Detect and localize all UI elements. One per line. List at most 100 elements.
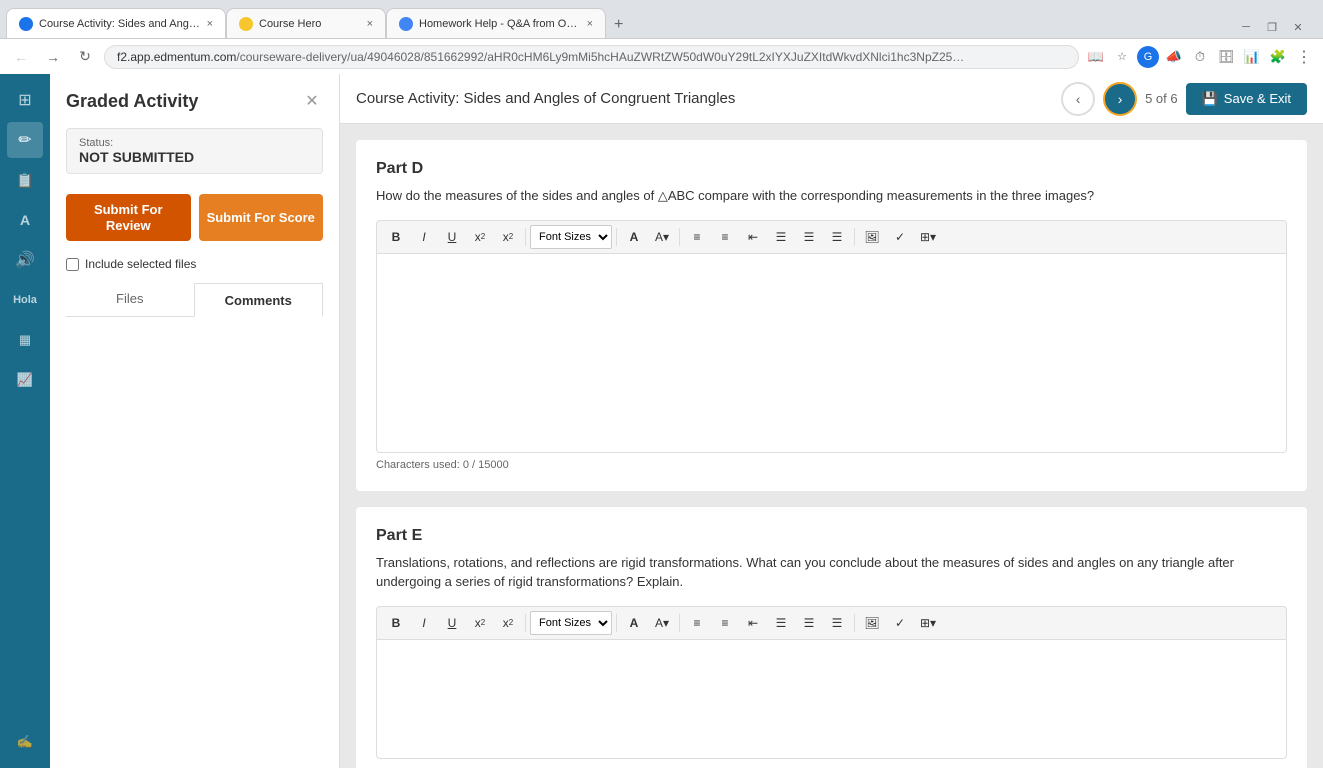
font-color-button-d[interactable]: A <box>621 225 647 249</box>
separator3 <box>679 228 680 246</box>
italic-button-d[interactable]: I <box>411 225 437 249</box>
part-e-editor[interactable] <box>376 639 1287 759</box>
part-e-toolbar: B I U x2 x2 Font Sizes A A▾ ≡ ≡ ⇤ <box>376 606 1287 639</box>
font-highlight-button-e[interactable]: A▾ <box>649 611 675 635</box>
superscript-button-d[interactable]: x2 <box>467 225 493 249</box>
prev-page-button[interactable]: ‹ <box>1061 82 1095 116</box>
back-button[interactable]: ← <box>8 44 34 70</box>
font-highlight-button-d[interactable]: A▾ <box>649 225 675 249</box>
tab-bar: Course Activity: Sides and Angl… × Cours… <box>0 0 1323 38</box>
tab-homework[interactable]: Homework Help - Q&A from Onl… × <box>386 8 606 38</box>
part-d-question: How do the measures of the sides and ang… <box>376 186 1287 206</box>
nav-chart-icon[interactable]: 📈 <box>7 362 43 398</box>
bookmark-button[interactable]: ☆ <box>1111 46 1133 68</box>
align-center-button-d[interactable]: ☰ <box>796 225 822 249</box>
nav-grid-icon[interactable]: ⊞ <box>7 82 43 118</box>
tab-coursehero[interactable]: Course Hero × <box>226 8 386 38</box>
check-button-e[interactable]: ✓ <box>887 611 913 635</box>
ext5-button[interactable]: 📊 <box>1241 46 1263 68</box>
submit-review-button[interactable]: Submit For Review <box>66 194 191 241</box>
new-tab-button[interactable]: + <box>606 12 631 38</box>
subscript-button-d[interactable]: x2 <box>495 225 521 249</box>
font-size-select-e[interactable]: Font Sizes <box>530 611 612 635</box>
unordered-list-button-d[interactable]: ≡ <box>684 225 710 249</box>
save-exit-icon: 💾 <box>1202 91 1218 107</box>
check-button-d[interactable]: ✓ <box>887 225 913 249</box>
align-center-button-e[interactable]: ☰ <box>796 611 822 635</box>
include-files-checkbox[interactable] <box>66 258 79 271</box>
font-size-select-d[interactable]: Font Sizes <box>530 225 612 249</box>
separator6 <box>616 614 617 632</box>
subscript-button-e[interactable]: x2 <box>495 611 521 635</box>
ext6-button[interactable]: 🧩 <box>1267 46 1289 68</box>
table-button-d[interactable]: ⊞▾ <box>915 225 941 249</box>
align-right-button-e[interactable]: ☰ <box>824 611 850 635</box>
align-left-button-d[interactable]: ☰ <box>768 225 794 249</box>
bold-button-e[interactable]: B <box>383 611 409 635</box>
browser-chrome: Course Activity: Sides and Angl… × Cours… <box>0 0 1323 74</box>
tab-close-homework[interactable]: × <box>587 18 593 30</box>
main-scroll-area: Part D How do the measures of the sides … <box>340 124 1323 768</box>
nav-text-icon[interactable]: A <box>7 202 43 238</box>
forward-button[interactable]: → <box>40 44 66 70</box>
main-header: Course Activity: Sides and Angles of Con… <box>340 74 1323 124</box>
restore-button[interactable]: ❐ <box>1261 16 1283 38</box>
ext3-button[interactable]: ⏱ <box>1189 46 1211 68</box>
sidebar-header: Graded Activity ✕ <box>50 74 339 120</box>
indent-left-button-e[interactable]: ⇤ <box>740 611 766 635</box>
comments-tab[interactable]: Comments <box>194 283 324 317</box>
page-indicator: 5 of 6 <box>1145 91 1178 106</box>
indent-left-button-d[interactable]: ⇤ <box>740 225 766 249</box>
bold-button-d[interactable]: B <box>383 225 409 249</box>
tab-close-coursehero[interactable]: × <box>367 18 373 30</box>
main-title: Course Activity: Sides and Angles of Con… <box>356 90 735 107</box>
underline-button-e[interactable]: U <box>439 611 465 635</box>
part-d-toolbar: B I U x2 x2 Font Sizes A A▾ ≡ ≡ ⇤ <box>376 220 1287 253</box>
tab-edmentum[interactable]: Course Activity: Sides and Angl… × <box>6 8 226 38</box>
ordered-list-button-e[interactable]: ≡ <box>712 611 738 635</box>
table-button-e[interactable]: ⊞▾ <box>915 611 941 635</box>
underline-button-d[interactable]: U <box>439 225 465 249</box>
font-color-button-e[interactable]: A <box>621 611 647 635</box>
save-exit-button[interactable]: 💾 Save & Exit <box>1186 83 1307 115</box>
extensions-circle[interactable]: G <box>1137 46 1159 68</box>
homework-favicon <box>399 17 413 31</box>
nav-translate-icon[interactable]: Hola <box>7 282 43 318</box>
italic-button-e[interactable]: I <box>411 611 437 635</box>
include-files-label[interactable]: Include selected files <box>85 257 196 271</box>
nav-pencil-icon[interactable]: ✏ <box>7 122 43 158</box>
minimize-button[interactable]: ─ <box>1235 16 1257 38</box>
close-window-button[interactable]: ✕ <box>1287 16 1309 38</box>
align-left-button-e[interactable]: ☰ <box>768 611 794 635</box>
nav-assignment-icon[interactable]: 📋 <box>7 162 43 198</box>
url-bar[interactable]: f2.app.edmentum.com/courseware-delivery/… <box>104 45 1079 69</box>
nav-speaker-icon[interactable]: 🔊 <box>7 242 43 278</box>
nav-marker-icon[interactable]: ✍ <box>7 724 43 760</box>
submit-score-button[interactable]: Submit For Score <box>199 194 324 241</box>
files-tab[interactable]: Files <box>66 283 194 316</box>
image-button-e[interactable]: 🖼 <box>859 611 885 635</box>
ext2-button[interactable]: 📣 <box>1163 46 1185 68</box>
reload-button[interactable]: ↻ <box>72 44 98 70</box>
sidebar: Graded Activity ✕ Status: NOT SUBMITTED … <box>50 74 340 768</box>
image-button-d[interactable]: 🖼 <box>859 225 885 249</box>
include-files-container: Include selected files <box>66 257 323 271</box>
align-right-button-d[interactable]: ☰ <box>824 225 850 249</box>
nav-calculator-icon[interactable]: ▦ <box>7 322 43 358</box>
ext4-button[interactable]: 🗄 <box>1215 46 1237 68</box>
sidebar-close-button[interactable]: ✕ <box>301 90 323 112</box>
tab-title-homework: Homework Help - Q&A from Onl… <box>419 18 581 30</box>
tab-title-edmentum: Course Activity: Sides and Angl… <box>39 18 201 30</box>
unordered-list-button-e[interactable]: ≡ <box>684 611 710 635</box>
menu-button[interactable]: ⋮ <box>1293 46 1315 68</box>
part-d-title: Part D <box>376 160 1287 178</box>
reader-mode-button[interactable]: 📖 <box>1085 46 1107 68</box>
superscript-button-e[interactable]: x2 <box>467 611 493 635</box>
part-d-char-count: Characters used: 0 / 15000 <box>376 459 1287 471</box>
url-domain: f2.app.edmentum.com <box>117 50 236 64</box>
separator1 <box>525 228 526 246</box>
tab-close-edmentum[interactable]: × <box>207 18 213 30</box>
next-page-button[interactable]: › <box>1103 82 1137 116</box>
ordered-list-button-d[interactable]: ≡ <box>712 225 738 249</box>
part-d-editor[interactable] <box>376 253 1287 453</box>
